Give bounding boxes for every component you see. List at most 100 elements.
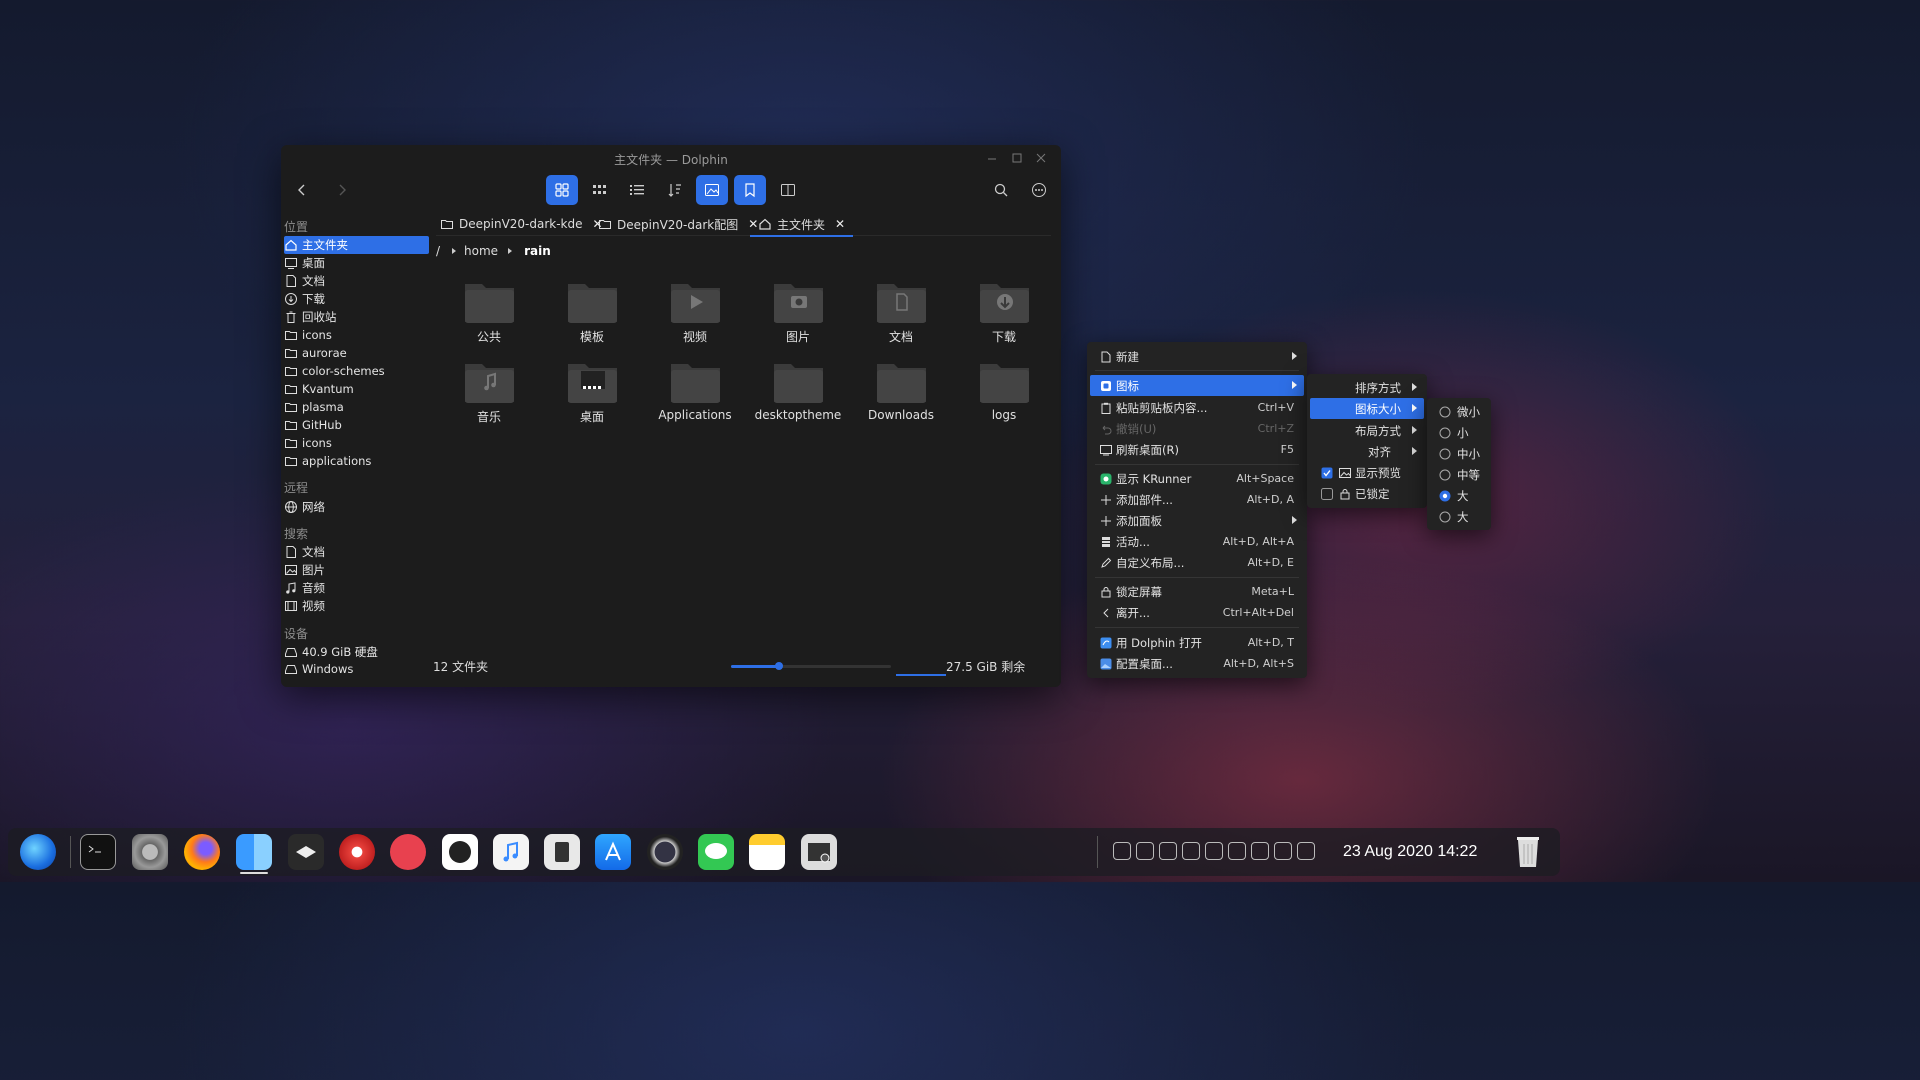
submenu-show-previews[interactable]: 显示预览 [1310, 462, 1424, 483]
sidebar-item-search-audio[interactable]: 音频 [284, 579, 429, 597]
breadcrumb-rain[interactable]: rain [524, 244, 551, 258]
sidebar-item-documents[interactable]: 文档 [284, 272, 429, 290]
battery-icon[interactable] [1159, 842, 1177, 860]
zoom-slider[interactable] [731, 662, 891, 670]
device-icon[interactable] [1205, 842, 1223, 860]
menu-paste[interactable]: 粘贴剪贴板内容... Ctrl+V [1090, 397, 1304, 418]
more-options-button[interactable] [1023, 175, 1055, 205]
submenu-sort-by[interactable]: 排序方式 [1310, 377, 1424, 398]
preview-toggle-button[interactable] [696, 175, 728, 205]
sidebar-item-folder[interactable]: plasma [284, 398, 429, 416]
sidebar-item-search-documents[interactable]: 文档 [284, 543, 429, 561]
sidebar-item-desktop[interactable]: 桌面 [284, 254, 429, 272]
menu-configure-desktop[interactable]: 配置桌面... Alt+D, Alt+S [1090, 653, 1304, 674]
sidebar-item-folder[interactable]: icons [284, 434, 429, 452]
settings-icon[interactable] [132, 834, 168, 870]
bookmark-button[interactable] [734, 175, 766, 205]
menu-activities[interactable]: 活动... Alt+D, Alt+A [1090, 531, 1304, 552]
folder-item[interactable]: 视频 [650, 278, 740, 345]
folder-item[interactable]: logs [959, 358, 1049, 422]
details-view-button[interactable] [621, 175, 653, 205]
icon-size-option[interactable]: 中等 [1430, 464, 1488, 485]
folder-item[interactable]: 下载 [959, 278, 1049, 345]
menu-new[interactable]: 新建 [1090, 346, 1304, 367]
folder-item[interactable]: 音乐 [444, 358, 534, 425]
sort-button[interactable] [659, 175, 691, 205]
chevron-up-icon[interactable] [1297, 842, 1315, 860]
screenshot-icon[interactable] [801, 834, 837, 870]
menu-open-dolphin[interactable]: 用 Dolphin 打开 Alt+D, T [1090, 632, 1304, 653]
clipboard-icon[interactable] [1113, 842, 1131, 860]
volume-icon[interactable] [1274, 842, 1292, 860]
safari-icon[interactable] [339, 834, 375, 870]
folder-item[interactable]: 桌面 [547, 358, 637, 425]
finder-icon[interactable] [236, 834, 272, 870]
submenu-locked[interactable]: 已锁定 [1310, 483, 1424, 504]
tab-deepin-images[interactable]: DeepinV20-dark配图 ✕ [598, 213, 758, 235]
back-button[interactable] [286, 175, 318, 205]
folder-item[interactable]: Downloads [856, 358, 946, 422]
menu-undo[interactable]: 撤销(U) Ctrl+Z [1090, 418, 1304, 439]
display-icon[interactable] [1251, 842, 1269, 860]
folder-item[interactable]: 图片 [753, 278, 843, 345]
sidebar-item-folder[interactable]: applications [284, 452, 429, 470]
sidebar-item-network[interactable]: 网络 [284, 498, 429, 516]
breadcrumb-home[interactable]: home [464, 244, 498, 258]
submenu-arrange[interactable]: 布局方式 [1310, 420, 1424, 441]
submenu-align[interactable]: 对齐 [1310, 441, 1424, 462]
sidebar-item-trash[interactable]: 回收站 [284, 308, 429, 326]
menu-lock-screen[interactable]: 锁定屏幕 Meta+L [1090, 581, 1304, 602]
github-icon[interactable] [442, 834, 478, 870]
sidebar-item-folder[interactable]: Kvantum [284, 380, 429, 398]
sidebar-item-folder[interactable]: GitHub [284, 416, 429, 434]
clock[interactable]: 23 Aug 2020 14:22 [1343, 843, 1477, 861]
sidebar-item-search-video[interactable]: 视频 [284, 597, 429, 615]
firefox-icon[interactable] [184, 834, 220, 870]
menu-krunner[interactable]: 显示 KRunner Alt+Space [1090, 468, 1304, 489]
wifi-icon[interactable] [1228, 842, 1246, 860]
menu-add-widgets[interactable]: 添加部件... Alt+D, A [1090, 489, 1304, 510]
calculator-icon[interactable] [544, 834, 580, 870]
submenu-icon-size[interactable]: 图标大小 [1310, 398, 1424, 419]
sidebar-item-windows[interactable]: Windows [284, 660, 429, 678]
icons-view-button[interactable] [546, 175, 578, 205]
terminal-icon[interactable] [80, 834, 116, 870]
trash-bin-icon[interactable] [1515, 835, 1541, 869]
menu-icons[interactable]: 图标 [1090, 375, 1304, 396]
menu-customize-layout[interactable]: 自定义布局... Alt+D, E [1090, 552, 1304, 573]
search-button[interactable] [985, 175, 1017, 205]
menu-leave[interactable]: 离开... Ctrl+Alt+Del [1090, 602, 1304, 623]
compact-view-button[interactable] [584, 175, 616, 205]
sidebar-item-home[interactable]: 主文件夹 [284, 236, 429, 254]
sidebar-item-folder[interactable]: aurorae [284, 344, 429, 362]
icon-size-option[interactable]: 大 [1430, 506, 1488, 527]
sidebar-item-disk[interactable]: 40.9 GiB 硬盘 [284, 643, 429, 661]
app-store-icon[interactable] [595, 834, 631, 870]
tab-close-icon[interactable]: ✕ [835, 217, 845, 231]
archive-icon[interactable] [288, 834, 324, 870]
icon-size-option[interactable]: 微小 [1430, 401, 1488, 422]
breadcrumb-root[interactable]: / [436, 244, 440, 258]
tab-home[interactable]: 主文件夹 ✕ [750, 213, 854, 237]
forward-button[interactable] [326, 175, 358, 205]
folder-item[interactable]: 文档 [856, 278, 946, 345]
icon-size-option[interactable]: 中小 [1430, 443, 1488, 464]
sidebar-item-folder[interactable]: color-schemes [284, 362, 429, 380]
title-bar[interactable]: 主文件夹 — Dolphin [281, 145, 1061, 171]
split-view-button[interactable] [772, 175, 804, 205]
folder-item[interactable]: 模板 [547, 278, 637, 345]
icon-size-option[interactable]: 小 [1430, 422, 1488, 443]
netease-music-icon[interactable] [390, 834, 426, 870]
notes-icon[interactable] [749, 834, 785, 870]
zoom-slider-handle[interactable] [775, 662, 783, 670]
close-icon[interactable] [1034, 151, 1048, 165]
messages-icon[interactable] [698, 834, 734, 870]
minimize-icon[interactable] [985, 151, 999, 165]
sidebar-item-search-images[interactable]: 图片 [284, 561, 429, 579]
keyboard-icon[interactable] [1136, 842, 1154, 860]
folder-item[interactable]: desktoptheme [753, 358, 843, 422]
tab-deepin-kde[interactable]: DeepinV20-dark-kde ✕ [440, 213, 603, 235]
maximize-icon[interactable] [1010, 151, 1024, 165]
folder-item[interactable]: Applications [650, 358, 740, 422]
sidebar-item-downloads[interactable]: 下载 [284, 290, 429, 308]
